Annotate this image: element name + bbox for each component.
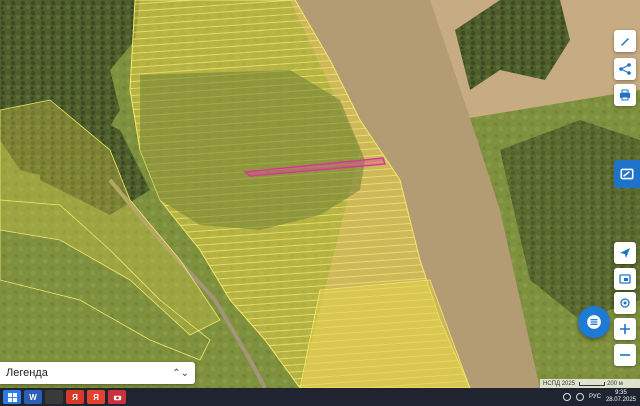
zoom-out-icon: [620, 354, 630, 356]
draw-button[interactable]: [614, 30, 636, 52]
windows-icon[interactable]: [3, 390, 21, 404]
clock-date: 28.07.2025: [605, 397, 636, 403]
locate-icon: [620, 248, 630, 258]
menu-icon: [587, 315, 601, 329]
camera-icon[interactable]: [108, 390, 126, 404]
camera-glyph-icon: [113, 395, 121, 400]
menu-button[interactable]: [578, 306, 610, 338]
layers-icon: [620, 168, 634, 180]
print-icon: [620, 89, 630, 101]
zoom-in-icon: [620, 324, 630, 334]
legend-label: Легенда: [6, 367, 48, 379]
locate-button[interactable]: [614, 242, 636, 264]
language-indicator[interactable]: РУС: [589, 394, 601, 400]
volume-icon[interactable]: [575, 393, 584, 401]
network-icon[interactable]: [562, 393, 571, 401]
attribution-text: НСПД 2025: [543, 380, 576, 387]
clock-time: 9:35: [615, 390, 627, 396]
geolocation-button[interactable]: [614, 292, 636, 314]
map-view[interactable]: [0, 0, 640, 388]
zoom-in-button[interactable]: [614, 318, 636, 340]
yandex-icon[interactable]: Я: [66, 390, 84, 404]
zoom-out-button[interactable]: [614, 344, 636, 366]
legend-dropdown[interactable]: Легенда ⌃⌄: [0, 362, 195, 384]
yandex-browser-icon[interactable]: Я: [87, 390, 105, 404]
screen-button[interactable]: [614, 268, 636, 290]
chevron-updown-icon: ⌃⌄: [172, 367, 189, 379]
scale-bar-line: [579, 381, 606, 386]
taskbar: W Я Я РУС 9:35 28.07.2025: [0, 388, 640, 406]
draw-icon: [621, 38, 629, 46]
share-button[interactable]: [614, 58, 636, 80]
system-tray: РУС 9:35 28.07.2025: [562, 388, 636, 406]
app-dark-icon[interactable]: [45, 390, 63, 404]
scale-bar: 200 м: [579, 381, 623, 387]
scale-label: 200 м: [607, 380, 623, 387]
word-icon[interactable]: W: [24, 390, 42, 404]
windows-logo-icon: [7, 392, 17, 402]
print-button[interactable]: [614, 84, 636, 106]
attribution: НСПД 2025 200 м: [540, 379, 640, 388]
clock[interactable]: 9:35 28.07.2025: [606, 390, 636, 404]
geolocation-icon: [620, 298, 630, 308]
layers-tab[interactable]: [614, 160, 640, 188]
share-icon: [619, 63, 631, 75]
screen-icon: [619, 274, 631, 284]
